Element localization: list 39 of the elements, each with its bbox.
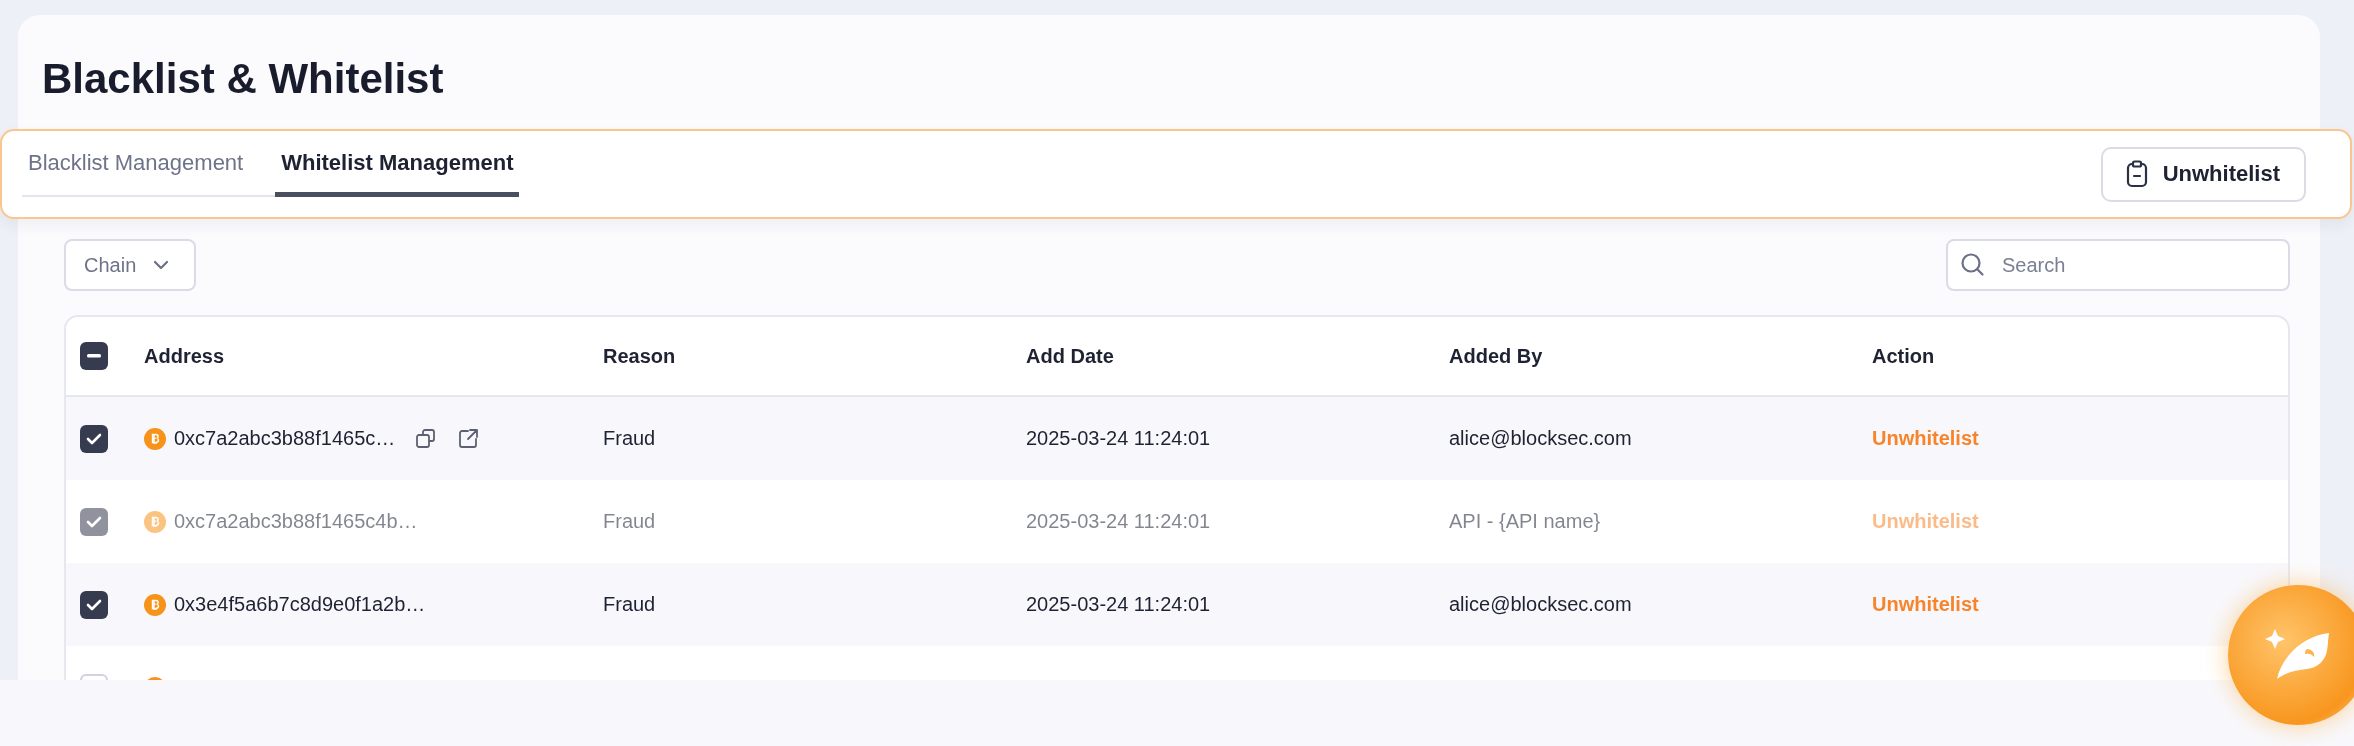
column-header: Address — [144, 344, 225, 367]
check-icon — [86, 432, 102, 445]
date-text: 2025-03-24 11:24:01 — [1026, 593, 1211, 615]
chain-dropdown[interactable]: Chain — [64, 239, 197, 291]
external-link-icon[interactable] — [457, 427, 480, 450]
column-header: Added By — [1449, 344, 1543, 367]
column-header: Add Date — [1026, 344, 1114, 367]
search-field[interactable]: Search — [1946, 239, 2290, 291]
select-all-checkbox[interactable] — [80, 342, 108, 370]
clipboard-icon — [2124, 160, 2149, 188]
added-by-text: alice@blocksec.com — [1449, 427, 1632, 449]
unwhitelist-button[interactable]: Unwhitelist — [2100, 146, 2306, 202]
page-title: Blacklist & Whitelist — [42, 55, 445, 103]
copy-icon[interactable] — [415, 427, 438, 450]
address-text: 0xc7a2abc3b88f1465c… — [174, 427, 396, 450]
check-icon — [86, 515, 102, 528]
check-icon — [86, 598, 102, 611]
address-text: 0x3e4f5a6b7c8d9e0f1a2b… — [174, 593, 426, 616]
tab[interactable]: Whitelist Management — [275, 144, 520, 197]
address-text: 0xc7a2abc3b88f1465c4b… — [174, 510, 418, 533]
row-checkbox[interactable] — [80, 424, 108, 453]
unwhitelist-link[interactable]: Unwhitelist — [1872, 427, 1979, 449]
reason-text: Fraud — [603, 593, 656, 615]
unwhitelist-link[interactable]: Unwhitelist — [1872, 593, 1979, 615]
minus-icon — [87, 354, 101, 358]
column-header: Action — [1872, 344, 1935, 367]
column-header: Reason — [603, 344, 676, 367]
reason-text: Fraud — [603, 510, 656, 532]
date-text: 2025-03-24 11:24:01 — [1026, 510, 1211, 532]
bitcoin-icon — [144, 427, 166, 450]
bitcoin-icon — [144, 510, 166, 533]
reason-text: Fraud — [603, 427, 656, 449]
added-by-text: alice@blocksec.com — [1449, 593, 1632, 615]
chevron-down-icon — [152, 259, 171, 271]
date-text: 2025-03-24 11:24:01 — [1026, 427, 1211, 449]
tab[interactable]: Blacklist Management — [22, 144, 250, 197]
bitcoin-icon — [144, 593, 166, 616]
row-checkbox[interactable] — [80, 590, 108, 619]
added-by-text: API - {API name} — [1449, 510, 1601, 532]
